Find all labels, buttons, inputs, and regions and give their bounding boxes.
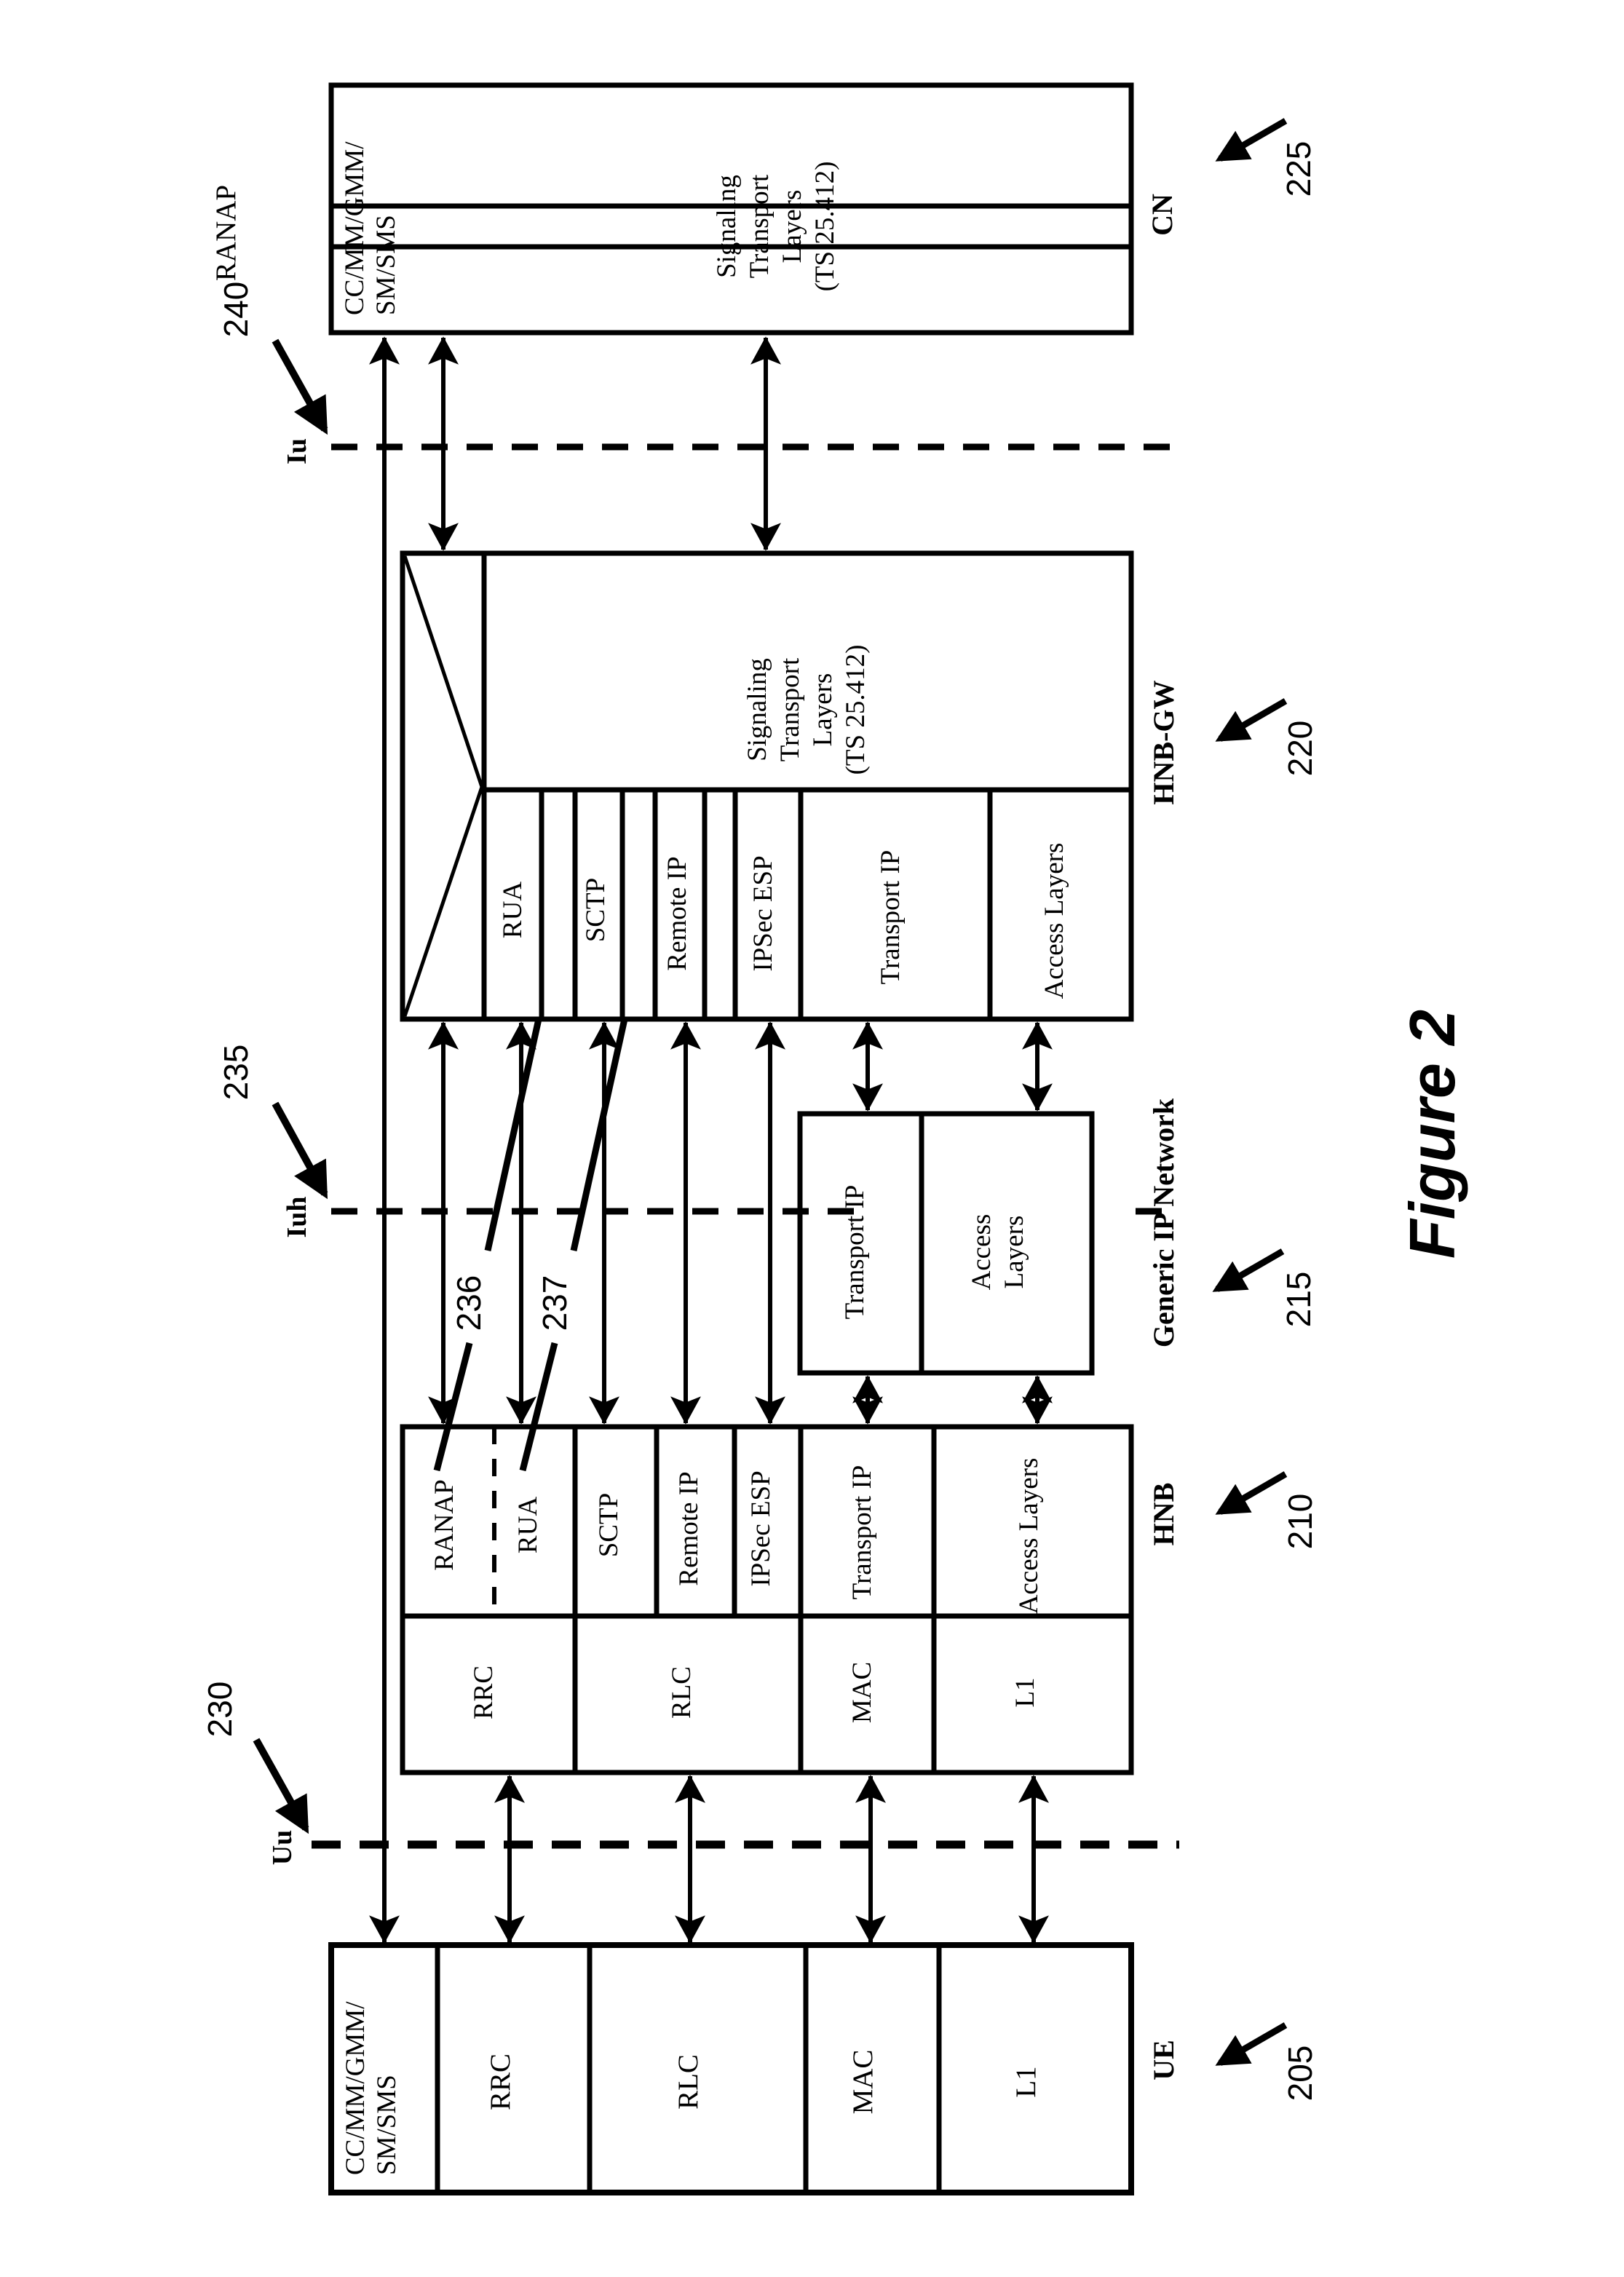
hnbgw-layer-access-layers: Access Layers	[1039, 843, 1069, 999]
genericip-access-line2: Layers	[999, 1216, 1029, 1289]
cn-layer-ranap-label: RANAP	[210, 185, 242, 281]
node-label-genericip: Generic IP Network	[1147, 1098, 1180, 1347]
node-label-cn: CN	[1146, 194, 1179, 236]
interface-label-uu: Uu	[267, 1830, 298, 1866]
node-ref-cn: 225	[1280, 141, 1318, 197]
node-ref-ue: 205	[1281, 2046, 1319, 2102]
interface-ref-iu: 240	[217, 282, 255, 338]
node-ref-genericip: 215	[1280, 1272, 1318, 1328]
interface-ref-iuh: 235	[217, 1045, 255, 1101]
ue-cc-mm-gmm-line1: CC/MM/GMM/	[341, 2001, 371, 2175]
cn-signaling-line4: (TS 25.412)	[810, 162, 840, 292]
figure-caption: Figure 2	[1396, 1010, 1468, 1259]
node-ref-hnbgw: 220	[1281, 721, 1319, 777]
hnbgw-layer-rua: RUA	[498, 882, 528, 938]
hnb-layer-l1: L1	[1010, 1677, 1040, 1707]
interface-label-iuh: Iuh	[282, 1196, 312, 1238]
hnb-layer-transport-ip: Transport IP	[847, 1465, 877, 1600]
hnbgw-signaling-line3: Layers	[808, 673, 838, 747]
hnb-layer-mac: MAC	[847, 1662, 877, 1723]
ue-layer-mac: MAC	[847, 2050, 879, 2115]
cn-layer-cc-mm-gmm-line2: SM/SMS	[371, 215, 401, 315]
hnbgw-signaling-line1: Signaling	[742, 658, 772, 761]
cn-layer-ranap: RANAP	[210, 185, 242, 281]
hnbgw-layer-remote-ip: Remote IP	[662, 856, 692, 970]
page-background	[0, 0, 1624, 2277]
node-label-ue: UE	[1147, 2040, 1180, 2080]
genericip-access-line1: Access	[967, 1214, 997, 1291]
cn-layer-cc-mm-gmm-line1: CC/MM/GMM/	[340, 141, 370, 315]
patent-figure: CC/MM/GMM/ SM/SMS RANAP Signaling Transp…	[0, 0, 1624, 2277]
hnbgw-layer-ipsec-esp: IPSec ESP	[748, 855, 778, 971]
callout-ref-236: 236	[450, 1275, 488, 1331]
node-label-hnbgw: HNB-GW	[1147, 680, 1180, 804]
hnb-layer-rlc: RLC	[667, 1666, 697, 1719]
hnb-layer-ipsec-esp: IPSec ESP	[746, 1470, 776, 1586]
hnb-layer-sctp: SCTP	[594, 1493, 624, 1557]
ue-layer-l1: L1	[1010, 2066, 1042, 2097]
hnbgw-layer-sctp: SCTP	[581, 878, 611, 942]
genericip-layer-transport-ip: Transport IP	[840, 1185, 870, 1320]
node-ref-hnb: 210	[1281, 1494, 1319, 1550]
callout-ref-237: 237	[536, 1275, 574, 1331]
interface-ref-uu: 230	[201, 1682, 239, 1738]
cn-signaling-line2: Transport	[745, 174, 775, 278]
hnbgw-signaling-line4: (TS 25.412)	[841, 645, 871, 775]
ue-layer-rrc: RRC	[485, 2054, 516, 2110]
cn-signaling-line1: Signaling	[712, 175, 742, 278]
cn-signaling-line3: Layers	[777, 190, 807, 264]
hnbgw-signaling-line2: Transport	[775, 657, 805, 761]
figure-canvas: CC/MM/GMM/ SM/SMS RANAP Signaling Transp…	[0, 0, 1624, 2277]
node-label-hnb: HNB	[1147, 1483, 1180, 1546]
ue-cc-mm-gmm-line2: SM/SMS	[372, 2075, 402, 2175]
hnb-layer-ranap: RANAP	[429, 1479, 459, 1570]
hnb-layer-rua: RUA	[513, 1497, 543, 1553]
hnb-layer-remote-ip: Remote IP	[674, 1471, 704, 1585]
interface-label-iu: Iu	[282, 438, 312, 464]
hnbgw-layer-transport-ip: Transport IP	[876, 850, 906, 985]
hnb-layer-access-layers: Access Layers	[1014, 1458, 1044, 1615]
ue-layer-rlc: RLC	[673, 2054, 704, 2110]
hnb-layer-rrc: RRC	[469, 1666, 499, 1719]
